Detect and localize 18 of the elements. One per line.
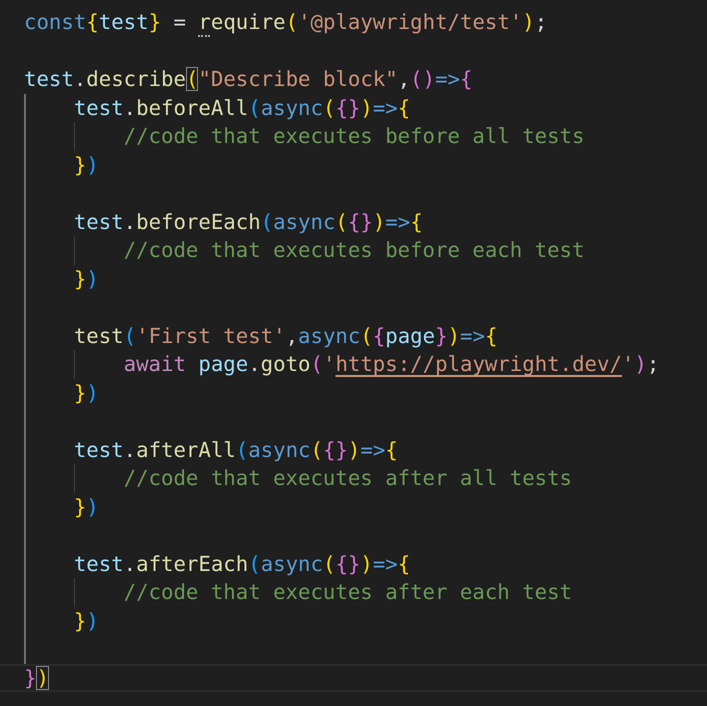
code-line: //code that executes before all tests — [122, 123, 584, 150]
code-line: const{test} = require('@playwright/test'); — [24, 8, 548, 36]
code-line: }) — [72, 380, 99, 406]
code-line: test('First test',async({page})=>{ — [72, 322, 498, 350]
code-line: }) — [72, 266, 99, 292]
code-line: //code that executes after all tests — [122, 465, 572, 492]
code-line: test.afterAll(async({})=>{ — [72, 436, 398, 464]
code-line: test.beforeEach(async({})=>{ — [72, 208, 423, 236]
code-line: test.describe("Describe block",()=>{ — [24, 66, 472, 93]
code-line: await page.goto('https://playwright.dev/'); — [122, 351, 660, 378]
code-line: }) — [72, 608, 99, 634]
code-line: //code that executes before each test — [122, 237, 584, 264]
code-line: }) — [72, 494, 99, 520]
code-line: test.afterEach(async({})=>{ — [72, 550, 410, 578]
code-line: //code that executes after each test — [122, 579, 572, 606]
code-line: }) — [24, 666, 49, 692]
code-line: }) — [72, 152, 99, 178]
code-line: test.beforeAll(async({})=>{ — [72, 94, 410, 122]
